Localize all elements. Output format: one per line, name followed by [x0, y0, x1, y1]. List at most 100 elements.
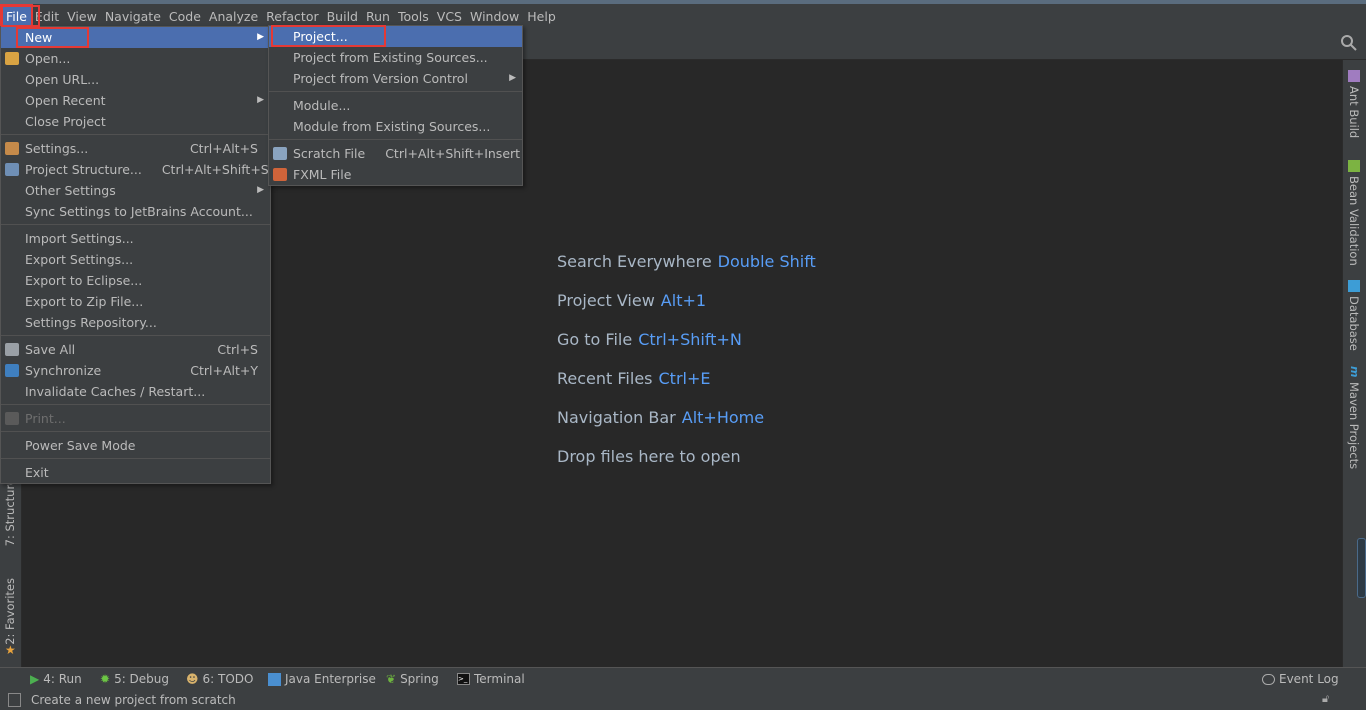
editor-hint: Recent Files Ctrl+E: [557, 369, 710, 388]
submenu-arrow-icon: ▶: [509, 73, 516, 83]
menu-navigate[interactable]: Navigate: [101, 6, 165, 28]
menu-item-label: Open URL...: [25, 72, 100, 87]
menu-item-label: Other Settings: [25, 183, 116, 198]
menu-item-shortcut: Ctrl+Alt+S: [189, 141, 258, 156]
menu-analyze[interactable]: Analyze: [205, 6, 262, 28]
menu-item-other-settings[interactable]: Other Settings ▶: [1, 180, 270, 201]
menu-item-label: Synchronize: [25, 363, 102, 378]
menu-help[interactable]: Help: [523, 6, 560, 28]
menu-item-label: Open...: [25, 51, 71, 66]
tab-ant-build[interactable]: Ant Build: [1347, 70, 1361, 138]
debug-icon: ✹: [100, 672, 111, 686]
menu-item-module[interactable]: Module...: [269, 95, 522, 116]
event-log-button[interactable]: Event Log: [1262, 672, 1339, 686]
menu-item-exit[interactable]: Exit: [1, 462, 270, 483]
print-icon: [5, 412, 19, 425]
menu-item-label: Project from Version Control: [293, 71, 468, 86]
ant-icon: [1348, 70, 1360, 82]
terminal-tool-button[interactable]: >_ Terminal: [457, 672, 525, 686]
submenu-arrow-icon: ▶: [257, 32, 264, 42]
tool-window-bar: ▶ 4: Run ✹ 5: Debug ☻ 6: TODO Java Enterpri…: [0, 667, 1366, 690]
menu-item-power-save-mode[interactable]: Power Save Mode: [1, 435, 270, 456]
menu-item-export-settings[interactable]: Export Settings...: [1, 249, 270, 270]
star-icon: ★: [5, 643, 16, 657]
menu-item-shortcut: Ctrl+Alt+Shift+S: [161, 162, 269, 177]
menu-item-label: Import Settings...: [25, 231, 134, 246]
menu-item-close-project[interactable]: Close Project: [1, 111, 270, 132]
menu-item-label: Export to Eclipse...: [25, 273, 143, 288]
menu-item-print[interactable]: Print...: [1, 408, 270, 429]
save-icon: [5, 343, 19, 356]
menu-item-settings[interactable]: Settings... Ctrl+Alt+S: [1, 138, 270, 159]
java-enterprise-icon: [268, 672, 281, 686]
menu-item-scratch-file[interactable]: Scratch File Ctrl+Alt+Shift+Insert: [269, 143, 522, 164]
menu-item-label: Power Save Mode: [25, 438, 136, 453]
menu-item-invalidate-caches-restart[interactable]: Invalidate Caches / Restart...: [1, 381, 270, 402]
editor-hint: Go to File Ctrl+Shift+N: [557, 330, 742, 349]
hint-shortcut: Alt+1: [660, 291, 707, 310]
tab-maven-projects[interactable]: mMaven Projects: [1347, 366, 1361, 469]
menu-code[interactable]: Code: [165, 6, 205, 28]
menu-item-sync-settings-to-jetbrains-account[interactable]: Sync Settings to JetBrains Account...: [1, 201, 270, 222]
menu-item-label: Open Recent: [25, 93, 106, 108]
menu-item-label: Save All: [25, 342, 76, 357]
menu-item-export-to-eclipse[interactable]: Export to Eclipse...: [1, 270, 270, 291]
tab-bean-validation[interactable]: Bean Validation: [1347, 160, 1361, 266]
menu-item-open[interactable]: Open...: [1, 48, 270, 69]
menu-item-project-from-existing-sources[interactable]: Project from Existing Sources...: [269, 47, 522, 68]
editor-hint: Drop files here to open: [557, 447, 741, 466]
sync-icon: [5, 364, 19, 377]
menu-item-fxml-file[interactable]: FXML File: [269, 164, 522, 185]
hint-label: Recent Files: [557, 369, 653, 388]
spring-leaf-icon: ❦: [386, 672, 397, 686]
hint-shortcut: Ctrl+E: [658, 369, 711, 388]
menu-item-label: Sync Settings to JetBrains Account...: [25, 204, 253, 219]
hint-label: Go to File: [557, 330, 633, 349]
menu-item-label: Module...: [293, 98, 351, 113]
hint-label: Navigation Bar: [557, 408, 676, 427]
menu-item-synchronize[interactable]: Synchronize Ctrl+Alt+Y: [1, 360, 270, 381]
menu-item-save-all[interactable]: Save All Ctrl+S: [1, 339, 270, 360]
search-everywhere-icon[interactable]: [1340, 34, 1360, 54]
menu-item-label: Scratch File: [293, 146, 366, 161]
menu-item-label: Project Structure...: [25, 162, 142, 177]
status-message: Create a new project from scratch: [31, 693, 236, 707]
lock-icon[interactable]: 🔓︎: [1322, 692, 1329, 706]
menu-item-project-structure[interactable]: Project Structure... Ctrl+Alt+Shift+S: [1, 159, 270, 180]
highlight-project: [271, 25, 386, 47]
menu-item-module-from-existing-sources[interactable]: Module from Existing Sources...: [269, 116, 522, 137]
java-enterprise-tool-button[interactable]: Java Enterprise: [268, 672, 376, 686]
run-icon: ▶: [30, 672, 40, 686]
menu-item-label: Project from Existing Sources...: [293, 50, 488, 65]
menu-item-label: Close Project: [25, 114, 106, 129]
submenu-arrow-icon: ▶: [257, 185, 264, 195]
menu-item-label: Invalidate Caches / Restart...: [25, 384, 206, 399]
menu-item-shortcut: Ctrl+S: [217, 342, 258, 357]
spring-tool-button[interactable]: ❦ Spring: [386, 672, 439, 686]
tab-structure[interactable]: 7: Structure: [3, 478, 17, 546]
status-bar: Create a new project from scratch 🔓︎: [0, 690, 1366, 710]
tool-windows-toggle-icon[interactable]: [8, 693, 21, 707]
bean-icon: [1348, 160, 1360, 172]
folder-icon: [5, 52, 19, 65]
file-menu: New ▶ Open... Open URL... Open Recent ▶ Close …: [0, 26, 271, 484]
wrench-icon: [5, 142, 19, 155]
tab-favorites[interactable]: 2: Favorites: [3, 578, 17, 645]
menu-view[interactable]: View: [63, 6, 101, 28]
tab-database[interactable]: Database: [1347, 280, 1361, 351]
new-submenu: Project... Project from Existing Sources.…: [268, 25, 523, 186]
hint-shortcut: Ctrl+Shift+N: [638, 330, 742, 349]
todo-tool-button[interactable]: ☻ 6: TODO: [186, 672, 253, 686]
right-tool-strip: Ant Build Bean Validation Database mMave…: [1342, 60, 1366, 667]
menu-item-open-url[interactable]: Open URL...: [1, 69, 270, 90]
menu-item-label: Settings Repository...: [25, 315, 157, 330]
menu-item-import-settings[interactable]: Import Settings...: [1, 228, 270, 249]
menu-item-project-from-version-control[interactable]: Project from Version Control ▶: [269, 68, 522, 89]
menu-item-open-recent[interactable]: Open Recent ▶: [1, 90, 270, 111]
run-tool-button[interactable]: ▶ 4: Run: [30, 672, 82, 686]
menu-item-settings-repository[interactable]: Settings Repository...: [1, 312, 270, 333]
debug-tool-button[interactable]: ✹ 5: Debug: [100, 672, 169, 686]
terminal-icon: >_: [457, 673, 470, 685]
menu-item-export-to-zip-file[interactable]: Export to Zip File...: [1, 291, 270, 312]
project-structure-icon: [5, 163, 19, 176]
